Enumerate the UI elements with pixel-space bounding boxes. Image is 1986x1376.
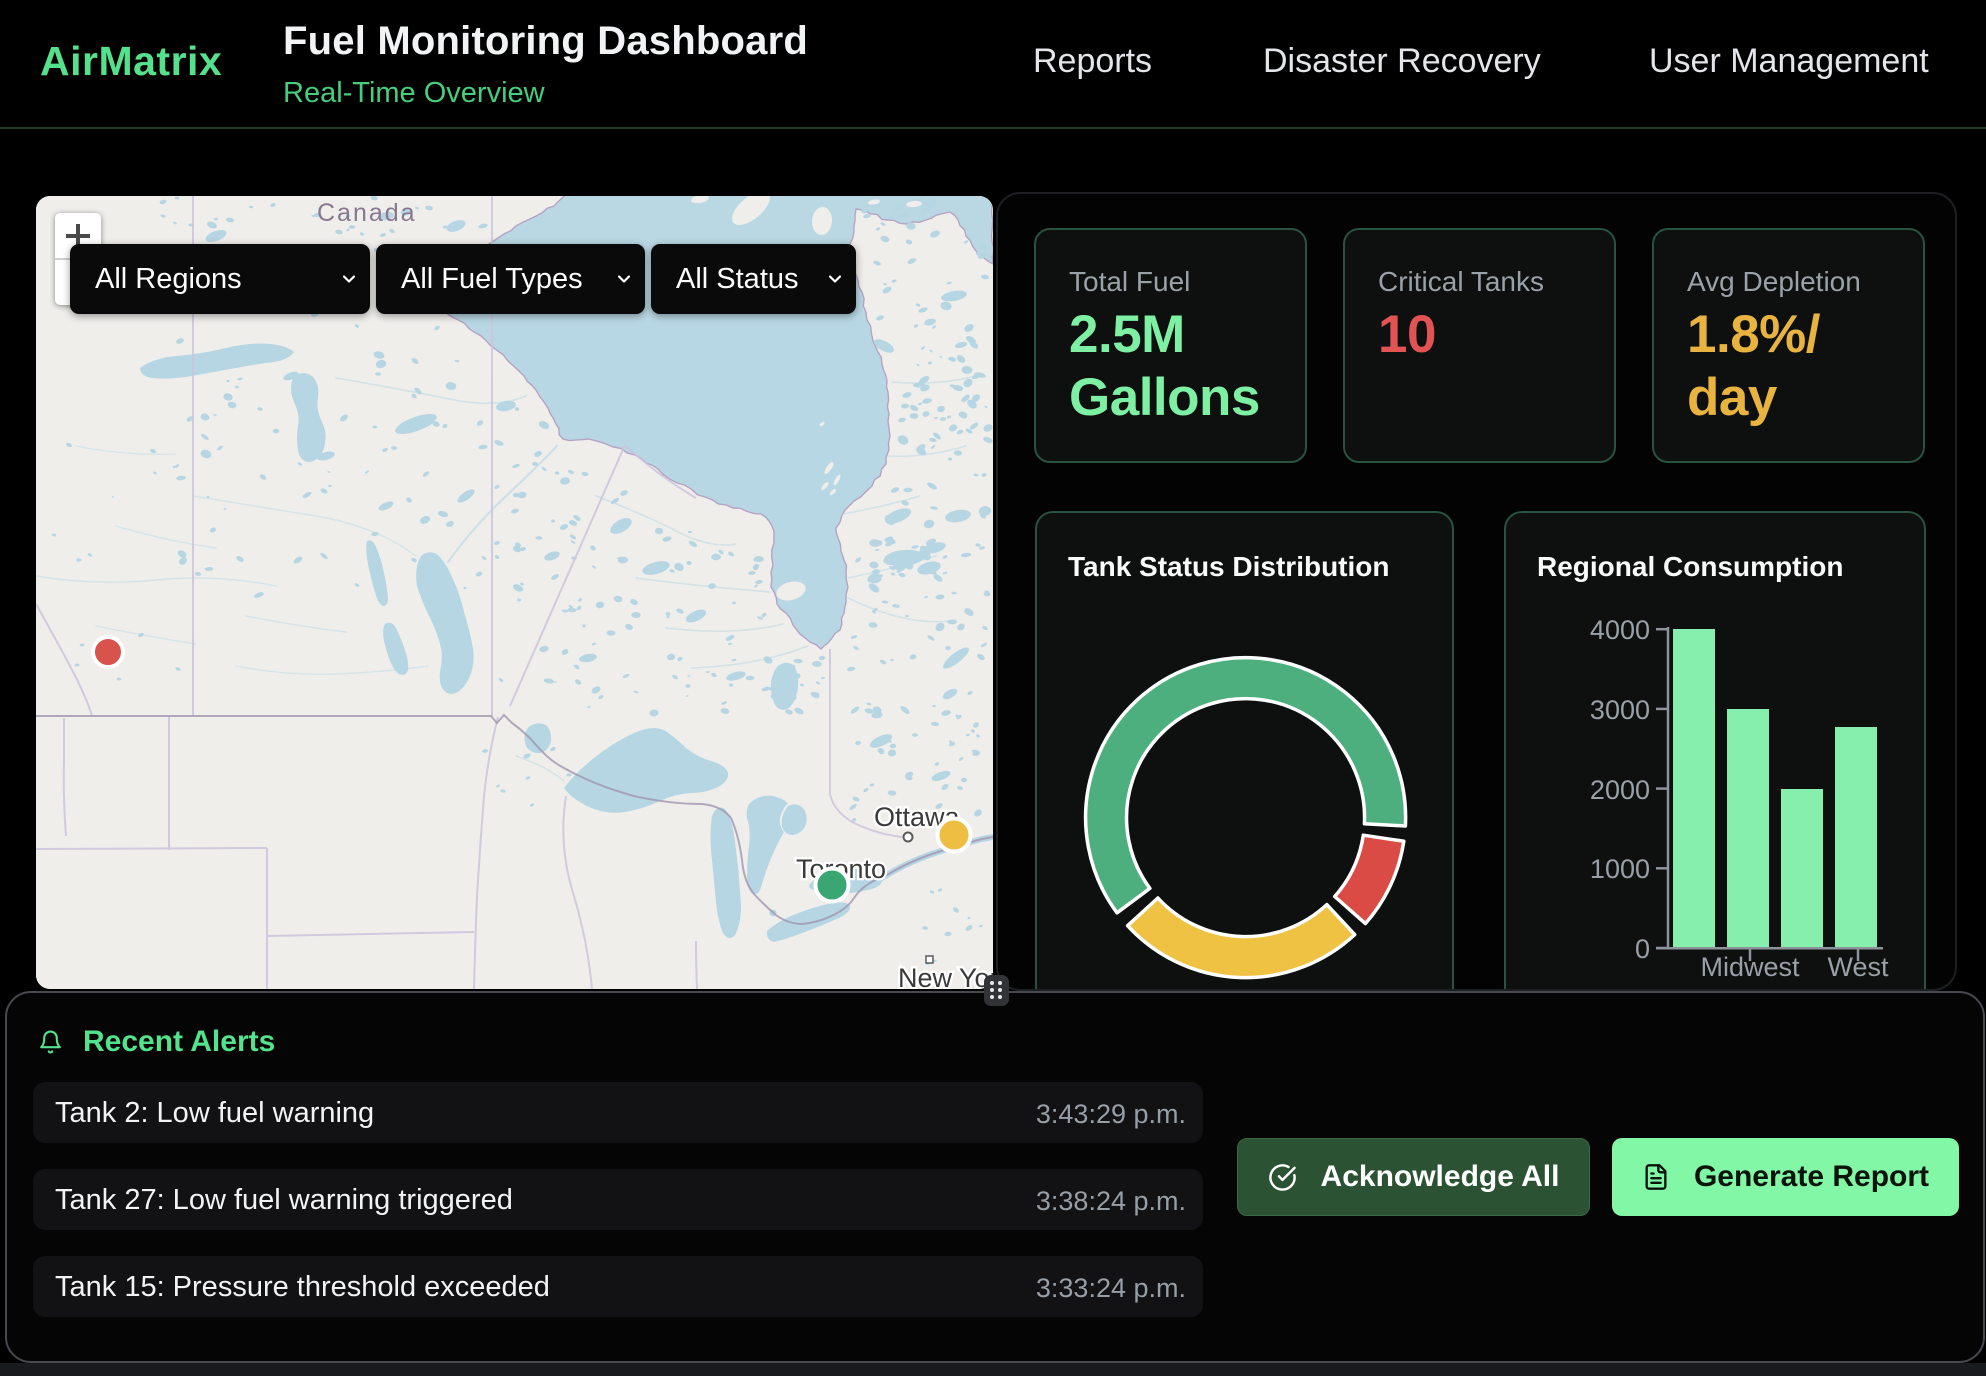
svg-text:West: West xyxy=(1827,952,1889,982)
svg-text:New York: New York xyxy=(898,963,993,989)
svg-text:Midwest: Midwest xyxy=(1700,952,1800,982)
svg-text:0: 0 xyxy=(1635,934,1650,964)
svg-text:1000: 1000 xyxy=(1590,854,1650,884)
svg-text:4000: 4000 xyxy=(1590,615,1650,645)
svg-text:Canada: Canada xyxy=(317,199,417,227)
svg-text:3000: 3000 xyxy=(1590,695,1650,725)
svg-text:2000: 2000 xyxy=(1590,775,1650,805)
